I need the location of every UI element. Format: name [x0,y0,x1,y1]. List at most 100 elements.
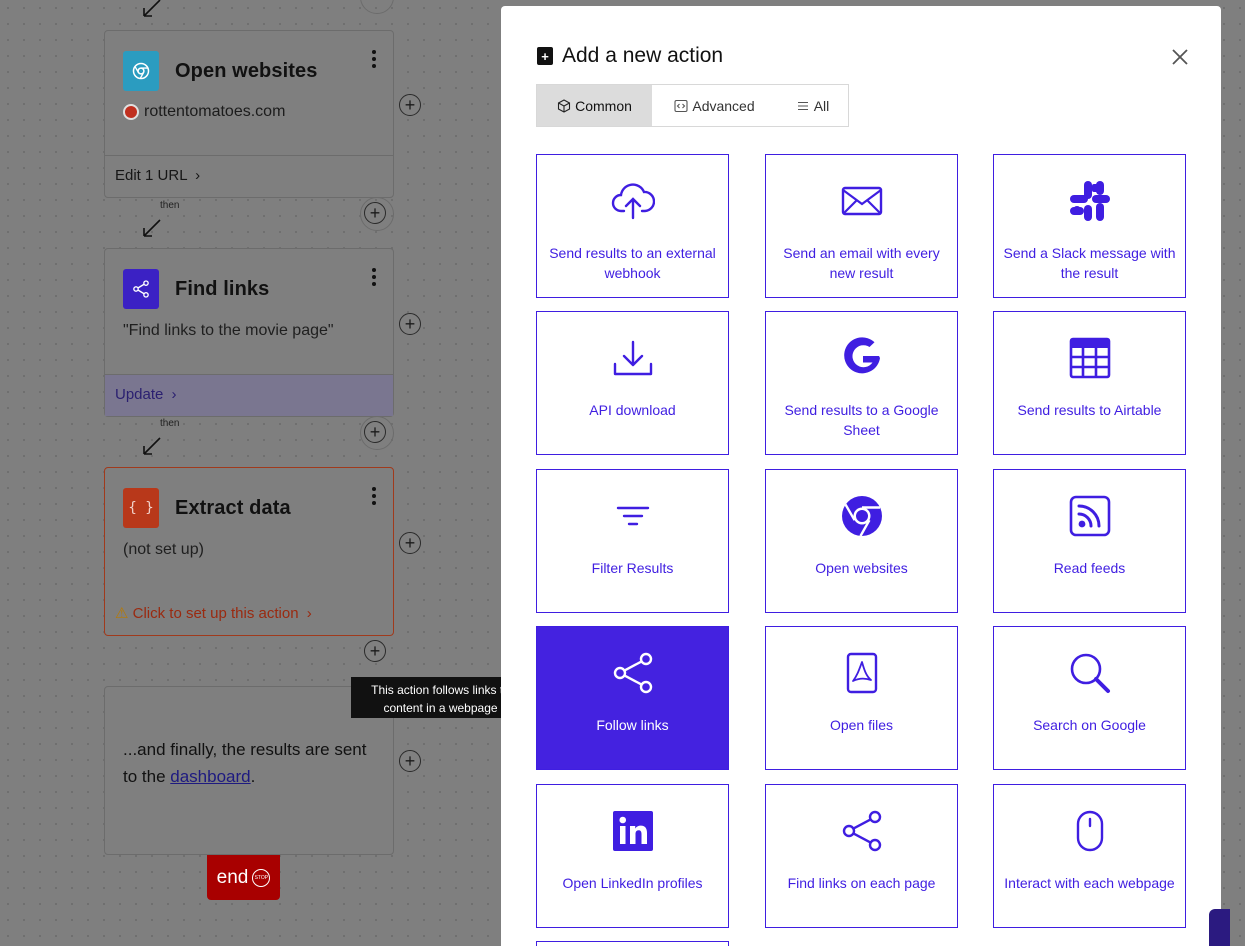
action-tile-follow-links[interactable]: Follow links [536,626,729,770]
action-label: Send results to Airtable [1017,402,1162,418]
code-braces-icon: { } [123,488,159,528]
then-label: then [160,418,180,429]
action-tile-google-sheet[interactable]: Send results to a Google Sheet [765,311,958,455]
action-label: Search on Google [1033,717,1146,733]
setup-action-link[interactable]: ⚠ Click to set up this action › [105,593,393,635]
footer-label: Click to set up this action [132,605,299,622]
add-action-modal: + Add a new action Common Advanced All S… [501,6,1221,946]
download-icon [537,336,728,380]
action-card-extract-data[interactable]: { } Extract data (not set up) ⚠ Click to… [104,467,394,636]
action-label: Send a Slack message with the result [1003,245,1176,281]
action-tile-open-websites[interactable]: Open websites [765,469,958,613]
add-step-button[interactable]: + [364,202,386,224]
action-label: API download [589,402,676,418]
modal-title: Add a new action [562,44,724,67]
action-label: Send results to a Google Sheet [784,402,939,438]
action-label: Open files [829,717,894,733]
action-label: Read feeds [1053,560,1126,576]
action-card-open-websites[interactable]: Open websites rottentomatoes.com Edit 1 … [104,30,394,198]
action-label: Find links on each page [787,875,936,891]
end-label: end [216,866,249,888]
tab-label: Common [575,97,632,114]
action-label: Open websites [815,560,908,576]
action-label: Follow links [596,717,669,733]
action-tile-open-files[interactable]: Open files [765,626,958,770]
tab-common[interactable]: Common [537,85,652,126]
card-title: Extract data [175,496,291,519]
footer-label: Edit 1 URL [115,167,187,184]
filter-icon [537,494,728,538]
more-options-icon[interactable] [369,49,379,69]
linkedin-icon [537,809,728,853]
insert-action-button[interactable]: + [399,94,421,116]
code-icon [674,99,688,112]
action-card-find-links[interactable]: Find links "Find links to the movie page… [104,248,394,417]
action-tile-linkedin[interactable]: Open LinkedIn profiles [536,784,729,928]
insert-action-button[interactable]: + [399,532,421,554]
tab-label: Advanced [692,97,755,114]
action-label: Send results to an external webhook [549,245,716,281]
stop-sign-icon: STOP [252,868,271,887]
connector-ring [360,0,394,14]
action-tile-slack[interactable]: Send a Slack message with the result [993,154,1186,298]
cloud-upload-icon [537,179,728,223]
chevron-right-icon: › [171,386,177,403]
tab-advanced[interactable]: Advanced [652,85,777,126]
action-tile-read-feeds[interactable]: Read feeds [993,469,1186,613]
insert-action-button[interactable]: + [399,750,421,772]
then-label: then [160,200,180,211]
tab-all[interactable]: All [777,85,848,126]
dashboard-link[interactable]: dashboard [170,767,250,786]
card-subtitle: (not set up) [123,541,204,558]
pdf-file-icon [766,651,957,695]
add-step-button[interactable]: + [364,421,386,443]
mouse-icon [994,809,1185,853]
warning-icon: ⚠ [115,605,129,622]
chat-launcher-button[interactable] [1209,909,1230,946]
card-subtitle: "Find links to the movie page" [123,322,334,339]
chrome-icon [123,51,159,91]
flow-arrow-icon [143,0,161,17]
action-category-tabs: Common Advanced All [536,84,849,127]
action-tile-interact[interactable]: Interact with each webpage [993,784,1186,928]
share-icon [766,809,957,853]
card-subtitle: rottentomatoes.com [144,103,286,120]
action-label: Open LinkedIn profiles [562,875,703,891]
slack-icon [994,179,1185,223]
card-title: Find links [175,277,270,300]
close-icon[interactable] [1169,46,1191,68]
google-icon [766,336,957,380]
more-options-icon[interactable] [369,267,379,287]
table-grid-icon [994,336,1185,380]
add-box-icon: + [537,47,553,65]
footer-label: Update [115,386,164,403]
action-tile-more[interactable] [536,941,729,946]
chevron-right-icon: › [195,167,201,184]
action-label: Interact with each webpage [1004,875,1175,891]
chrome-icon [766,494,957,538]
cube-icon [558,98,571,113]
more-options-icon[interactable] [369,486,379,506]
end-node: end STOP [207,855,280,900]
magnifier-icon [994,651,1185,695]
action-tile-search-google[interactable]: Search on Google [993,626,1186,770]
edit-urls-link[interactable]: Edit 1 URL › [105,155,393,197]
action-tile-airtable[interactable]: Send results to Airtable [993,311,1186,455]
list-icon [797,101,808,110]
action-tile-webhook[interactable]: Send results to an external webhook [536,154,729,298]
share-icon [537,651,728,695]
update-link[interactable]: Update › [105,374,393,416]
rotten-tomatoes-favicon-icon [123,104,139,120]
card-title: Open websites [175,59,318,82]
insert-action-button[interactable]: + [399,313,421,335]
action-tile-api-download[interactable]: API download [536,311,729,455]
action-tile-filter[interactable]: Filter Results [536,469,729,613]
rss-icon [994,494,1185,538]
flow-arrow-icon [143,219,161,237]
action-label: Send an email with every new result [783,245,940,281]
add-step-button[interactable]: + [364,640,386,662]
chevron-right-icon: › [306,605,312,622]
action-tile-email[interactable]: Send an email with every new result [765,154,958,298]
action-tile-find-links[interactable]: Find links on each page [765,784,958,928]
share-icon [123,269,159,309]
